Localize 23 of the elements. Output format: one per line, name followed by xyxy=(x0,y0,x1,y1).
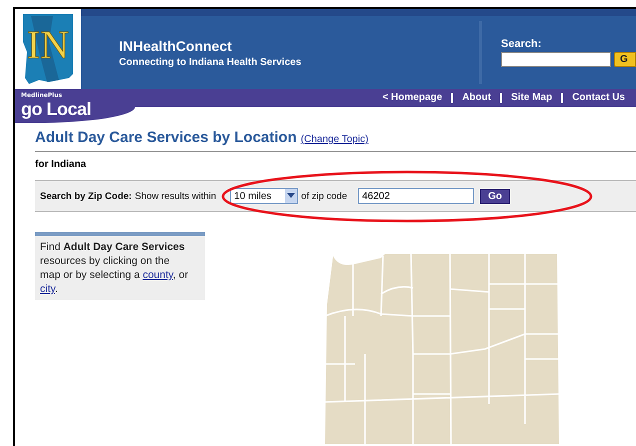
nav-link[interactable]: Contact Us xyxy=(561,93,634,103)
site-title: INHealthConnect xyxy=(119,38,233,54)
go-button[interactable]: G xyxy=(614,52,636,67)
zip-code-field[interactable]: 46202 xyxy=(358,188,474,204)
info-link[interactable]: city xyxy=(40,283,55,295)
info-link[interactable]: county xyxy=(142,269,173,281)
nav-link[interactable]: About xyxy=(451,93,500,103)
search-field[interactable] xyxy=(501,52,611,67)
nav-link[interactable]: < Homepage xyxy=(373,93,452,103)
page-title: Adult Day Care Services by Location xyxy=(35,129,297,146)
go-button[interactable]: Go xyxy=(480,188,510,204)
zip-search-label: Search by Zip Code: xyxy=(40,190,132,202)
page-subtitle: for Indiana xyxy=(35,158,88,172)
zip-code-label: of zip code xyxy=(301,190,348,202)
nav-link[interactable]: Site Map xyxy=(500,93,562,103)
change-topic-link[interactable]: (Change Topic) xyxy=(300,134,368,145)
brand-logo: go Local xyxy=(21,99,92,119)
distance-dropdown[interactable]: 10 miles xyxy=(230,188,298,204)
info-text: Find Adult Day Care Services resources by clicking on the map or by selecting a county, or city. xyxy=(35,232,205,300)
search-label: Search: xyxy=(501,38,542,50)
caret-icon xyxy=(287,193,296,199)
site-tagline: Connecting to Indiana Health Services xyxy=(119,56,302,68)
range-label: Show results within xyxy=(134,190,216,202)
